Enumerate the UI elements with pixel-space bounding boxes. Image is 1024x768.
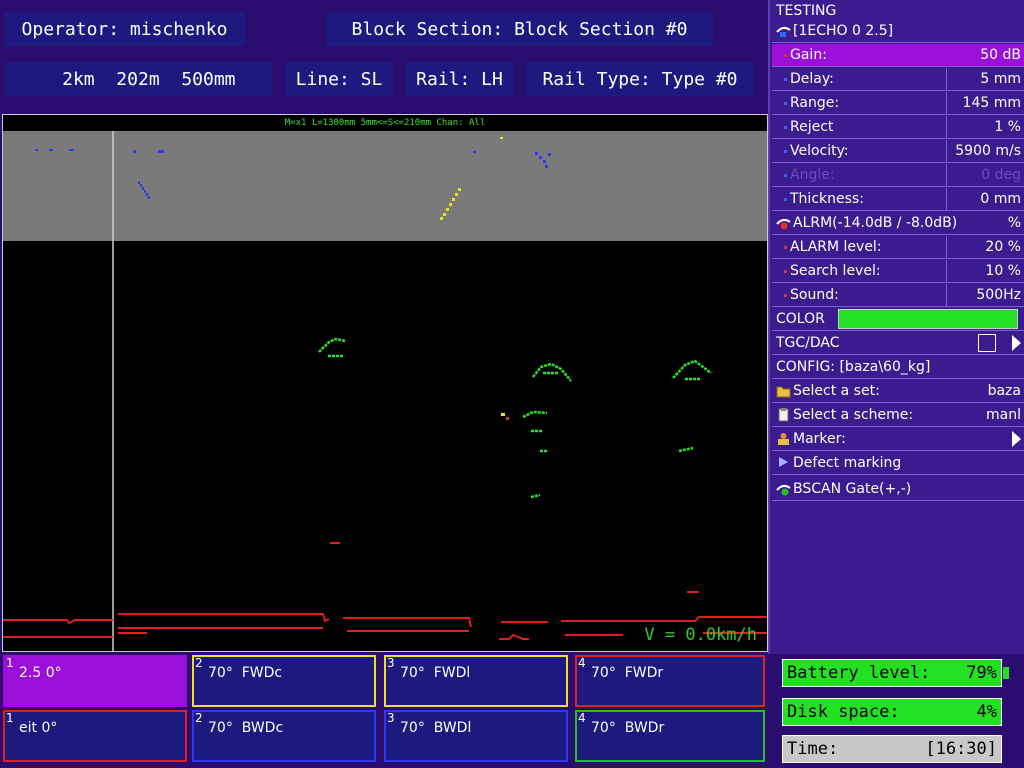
bullet-icon [784,101,787,105]
green-echoes [318,337,712,499]
channel-button-2-bottom[interactable]: 2 70° BWDc [192,710,376,762]
bscan-view[interactable]: M=x1 L=1300mm 5mm<=S<=210mm Chan: All V … [2,114,768,652]
channel-button-2-top[interactable]: 2 70° FWDc [192,655,376,707]
color-row[interactable]: COLOR [772,308,1024,331]
velocity-value: 5900 m/s [946,140,1024,162]
rail-label: Rail: LH [405,62,514,96]
bullet-icon [784,173,787,177]
alarm-level-row[interactable]: ALARM level: 20 % [772,236,1024,259]
thickness-row[interactable]: Thickness: 0 mm [772,188,1024,211]
bullet-icon [784,197,787,201]
search-level-row[interactable]: Search level: 10 % [772,260,1024,283]
disk-status: Disk space: 4% [782,698,1002,726]
arrow-right-icon [1012,431,1021,447]
search-level-value: 10 % [946,260,1024,282]
operator-label: Operator: mischenko [4,12,245,46]
play-icon [776,456,791,470]
sound-value: 500Hz [946,284,1024,306]
folder-icon [776,384,791,398]
velocity-row[interactable]: Velocity: 5900 m/s [772,140,1024,163]
disk-value: 4% [976,702,997,722]
battery-value: 79% [966,663,997,683]
echo-channel-row[interactable]: [1ECHO 0 2.5] [772,20,1024,43]
bullet-icon [784,293,787,297]
arrow-right-icon [1012,335,1021,351]
range-value: 145 mm [946,92,1024,114]
alarm-row[interactable]: ALRM(-14.0dB / -8.0dB) % [772,212,1024,235]
select-set-row[interactable]: Select a set: baza [772,380,1024,403]
channel-button-1-top[interactable]: 1 2.5 0° [3,655,187,707]
delay-row[interactable]: Delay: 5 mm [772,68,1024,91]
panel-title: TESTING [776,3,837,19]
bscan-plot [3,131,767,651]
gain-value: 50 dB [980,47,1021,63]
speed-readout: V = 0.0km/h [644,625,757,645]
sound-row[interactable]: Sound: 500Hz [772,284,1024,307]
tgc-dac-row[interactable]: TGC/DAC [772,332,1024,355]
bullet-icon [784,149,787,153]
delay-value: 5 mm [946,68,1024,90]
channel-button-4-bottom[interactable]: 4 70° BWDr [575,710,765,762]
marker-icon [776,432,791,446]
rail-type-label: Rail Type: Type #0 [526,62,754,96]
thickness-value: 0 mm [946,188,1024,210]
select-scheme-value: manl [986,407,1021,423]
alarm-level-value: 20 % [946,236,1024,258]
bullet-icon [784,125,787,129]
select-set-value: baza [987,383,1021,399]
line-label: Line: SL [285,62,393,96]
reject-row[interactable]: Reject 1 % [772,116,1024,139]
echo-channel-label: [1ECHO 0 2.5] [793,23,894,39]
color-swatch[interactable] [838,309,1018,329]
battery-status: Battery level: 79% [782,659,1002,687]
alarm-probe-icon [776,216,791,230]
channel-button-4-top[interactable]: 4 70° FWDr [575,655,765,707]
bullet-icon [784,245,787,249]
channel-button-3-bottom[interactable]: 3 70° BWDl [384,710,568,762]
clipboard-icon [776,408,791,422]
config-row[interactable]: CONFIG: [baza\60_kg] [772,356,1024,379]
settings-panel: TESTING [1ECHO 0 2.5] Gain: 50 dB Delay:… [768,0,1024,654]
bullet-icon [784,53,787,57]
bullet-icon [784,77,787,81]
time-value: [16:30] [925,739,997,759]
battery-icon [1003,667,1009,679]
distance-readout: 2km 202m 500mm [4,62,272,96]
channel-button-1-bottom[interactable]: 1 eit 0° [3,710,187,762]
gain-row[interactable]: Gain: 50 dB [772,44,1024,67]
reject-value: 1 % [946,116,1024,138]
select-scheme-row[interactable]: Select a scheme: manl [772,404,1024,427]
probe-icon [776,24,791,38]
angle-row: Angle: 0 deg [772,164,1024,187]
tgc-checkbox[interactable] [978,334,996,352]
bscan-gate-row[interactable]: BSCAN Gate(+,-) [772,478,1024,501]
defect-marking-row[interactable]: Defect marking [772,452,1024,475]
angle-value: 0 deg [946,164,1024,186]
range-row[interactable]: Range: 145 mm [772,92,1024,115]
marker-row[interactable]: Marker: [772,428,1024,451]
block-section-label: Block Section: Block Section #0 [326,12,713,46]
channel-button-3-top[interactable]: 3 70° FWDl [384,655,568,707]
time-status: Time: [16:30] [782,735,1002,763]
gate-probe-icon [776,482,791,496]
alarm-value: % [1007,215,1021,231]
bullet-icon [784,269,787,273]
gate-zone [3,131,767,241]
